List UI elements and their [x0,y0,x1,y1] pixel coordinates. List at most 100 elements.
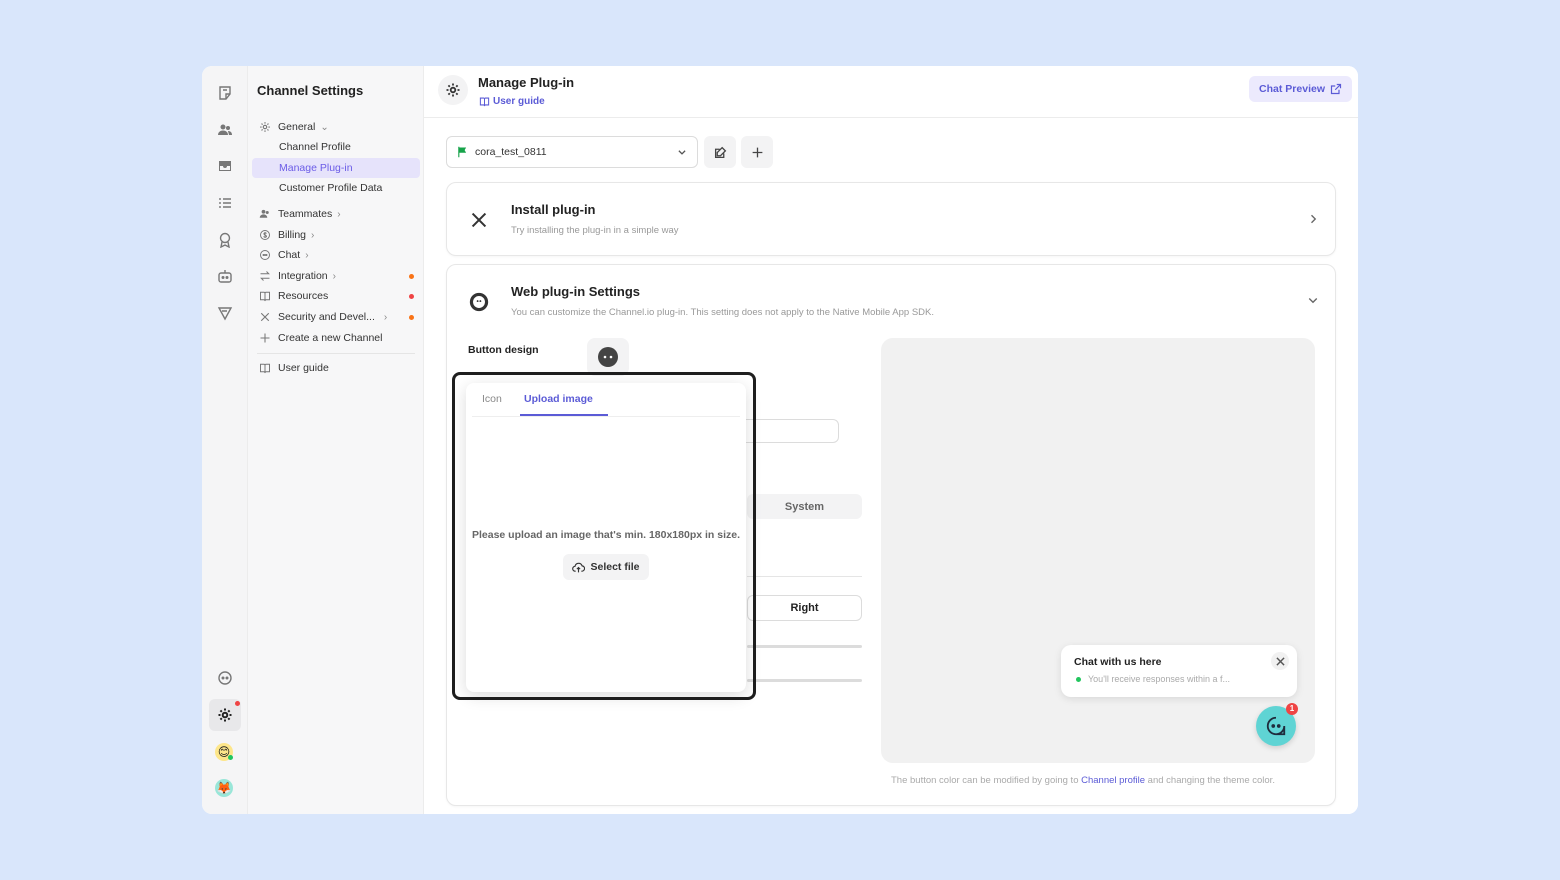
plugin-select[interactable]: cora_test_0811 [446,136,698,168]
channel-profile-link[interactable]: Channel profile [1081,775,1145,786]
book-icon [479,97,490,107]
active-tab-indicator [520,414,608,416]
select-file-label: Select file [590,561,640,573]
icon-rail: 😊 🦊 [202,66,248,814]
settings-alert-dot [235,701,240,706]
sidebar-item-user-guide[interactable]: User guide [252,358,420,378]
sidebar-item-chat[interactable]: Chat › [252,245,420,265]
chat-preview-label: Chat Preview [1259,83,1325,95]
chevron-right-icon: › [305,249,309,261]
theme-option-system[interactable]: System [747,494,862,519]
gear-icon [258,120,272,134]
tools-icon [465,206,493,234]
tab-icon[interactable]: Icon [482,393,502,405]
chevron-right-icon [1311,214,1317,224]
position-option-right[interactable]: Right [747,595,862,621]
plugin-preview-area: Chat with us here You'll receive respons… [881,338,1315,763]
online-status-dot [228,755,233,760]
sidebar-item-integration[interactable]: Integration › [252,266,420,286]
theme-color-footnote: The button color can be modified by goin… [891,775,1275,786]
sidebar-item-label: Channel Profile [279,141,351,153]
chevron-down-icon [678,150,686,155]
sidebar-item-billing[interactable]: Billing › [252,225,420,245]
chevron-right-icon: › [311,229,315,241]
notes-icon[interactable] [213,81,237,105]
security-alert-dot [409,315,414,320]
select-file-button[interactable]: Select file [563,554,649,580]
sidebar-item-teammates[interactable]: Teammates › [252,204,420,224]
chat-bubble-subtitle: You'll receive responses within a f... [1088,674,1230,684]
chat-bubble-preview: Chat with us here You'll receive respons… [1061,645,1297,697]
button-design-picker[interactable] [587,338,629,376]
help-chat-icon[interactable] [213,666,237,690]
position-option-label: Right [790,602,819,614]
sidebar-item-general[interactable]: General ⌄ [252,117,420,137]
button-design-label: Button design [468,344,539,356]
integration-alert-dot [409,274,414,279]
popover-tabs: Icon Upload image [472,383,740,417]
sidebar-item-channel-profile[interactable]: Channel Profile [252,137,420,157]
users-icon [258,207,272,221]
install-plugin-card[interactable]: Install plug-in Try installing the plug-… [446,182,1336,256]
user-guide-link[interactable]: User guide [479,96,545,107]
unread-badge: 1 [1286,703,1298,715]
plus-icon [752,147,762,157]
channel-logo-icon [465,288,493,316]
list-icon[interactable] [213,191,237,215]
sidebar-item-label: Manage Plug-in [279,162,353,174]
resources-alert-dot [409,294,414,299]
channel-avatar[interactable]: 🦊 [215,779,233,797]
chevron-right-icon: › [332,270,336,282]
inbox-icon[interactable] [213,154,237,178]
sidebar-item-resources[interactable]: Resources [252,286,420,306]
footnote-suffix: and changing the theme color. [1145,775,1275,786]
section-divider [747,576,862,577]
chat-launcher-icon [1266,716,1286,736]
sidebar-item-create-channel[interactable]: Create a new Channel [252,328,420,348]
margin-y-slider[interactable] [747,679,862,682]
sidebar-item-label: Security and Devel... [278,311,375,323]
book-icon [258,361,272,375]
external-link-icon [1330,83,1342,95]
gear-icon [438,75,468,105]
tab-upload-image[interactable]: Upload image [524,393,593,405]
sidebar-title: Channel Settings [257,83,364,98]
plugin-select-value: cora_test_0811 [475,146,547,158]
arrows-icon [258,269,272,283]
margin-x-slider[interactable] [747,645,862,648]
sidebar-divider [257,353,415,354]
bot-icon[interactable] [213,264,237,288]
edit-plugin-button[interactable] [704,136,736,168]
app-window: 😊 🦊 Channel Settings General ⌄ Channel P… [202,66,1358,814]
sidebar-item-label: General [278,121,316,133]
add-plugin-button[interactable] [741,136,773,168]
dollar-icon [258,228,272,242]
web-plugin-settings-title: Web plug-in Settings [511,284,641,299]
sidebar-item-label: Resources [278,290,329,302]
send-icon[interactable] [213,301,237,325]
edit-icon [714,146,726,158]
contacts-icon[interactable] [213,118,237,142]
theme-option-label: System [784,500,825,513]
flag-icon [458,146,467,158]
sidebar-item-label: Teammates [278,208,333,220]
badge-icon[interactable] [213,228,237,252]
tools-icon [258,310,272,324]
chat-icon [258,248,272,262]
sidebar-item-label: Integration [278,270,328,282]
sidebar-item-customer-profile-data[interactable]: Customer Profile Data [252,178,420,198]
sidebar-item-security[interactable]: Security and Devel... › [252,307,420,327]
page-title: Manage Plug-in [478,75,575,90]
install-plugin-subtitle: Try installing the plug-in in a simple w… [511,225,679,236]
sidebar-item-manage-plugin[interactable]: Manage Plug-in [252,158,420,178]
cloud-upload-icon [572,562,586,572]
plus-icon [258,331,272,345]
upload-hint-text: Please upload an image that's min. 180x1… [471,529,741,541]
sidebar-item-label: Chat [278,249,301,261]
chat-preview-button[interactable]: Chat Preview [1249,76,1352,102]
install-plugin-title: Install plug-in [511,202,596,217]
chevron-down-icon[interactable] [1307,294,1319,306]
page-header: Manage Plug-in User guide Chat Preview [424,66,1358,118]
button-design-popover: Icon Upload image Please upload an image… [466,383,746,692]
close-icon[interactable] [1271,652,1289,670]
